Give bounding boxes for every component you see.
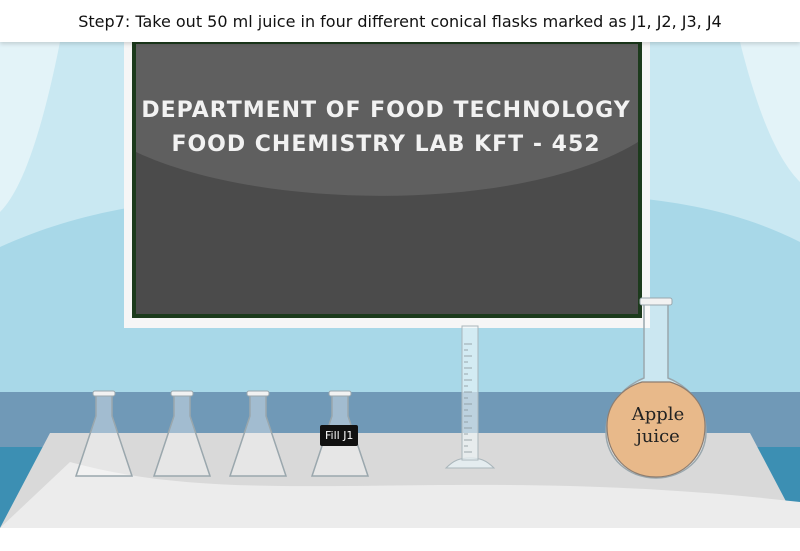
apple-juice-flask[interactable]	[600, 296, 712, 482]
conical-flask-j3[interactable]	[228, 390, 288, 478]
conical-flask-j2[interactable]	[152, 390, 212, 478]
measuring-cylinder[interactable]	[444, 324, 496, 470]
apple-juice-label: Apple juice	[610, 404, 706, 448]
apple-juice-label-line-1: Apple	[631, 404, 685, 425]
lab-scene: DEPARTMENT OF FOOD TECHNOLOGY FOOD CHEMI…	[0, 42, 800, 528]
fill-j1-tooltip[interactable]: Fill J1	[320, 425, 359, 446]
blackboard-text: DEPARTMENT OF FOOD TECHNOLOGY FOOD CHEMI…	[136, 94, 636, 162]
blackboard-line-1: DEPARTMENT OF FOOD TECHNOLOGY	[141, 98, 631, 123]
instruction-text: Step7: Take out 50 ml juice in four diff…	[78, 11, 722, 31]
bottom-strip	[0, 528, 800, 551]
instruction-bar: Step7: Take out 50 ml juice in four diff…	[0, 0, 800, 42]
apple-juice-label-line-2: juice	[636, 426, 680, 447]
blackboard-line-2: FOOD CHEMISTRY LAB KFT - 452	[171, 132, 601, 157]
conical-flask-j1[interactable]	[74, 390, 134, 478]
blackboard	[124, 42, 650, 328]
